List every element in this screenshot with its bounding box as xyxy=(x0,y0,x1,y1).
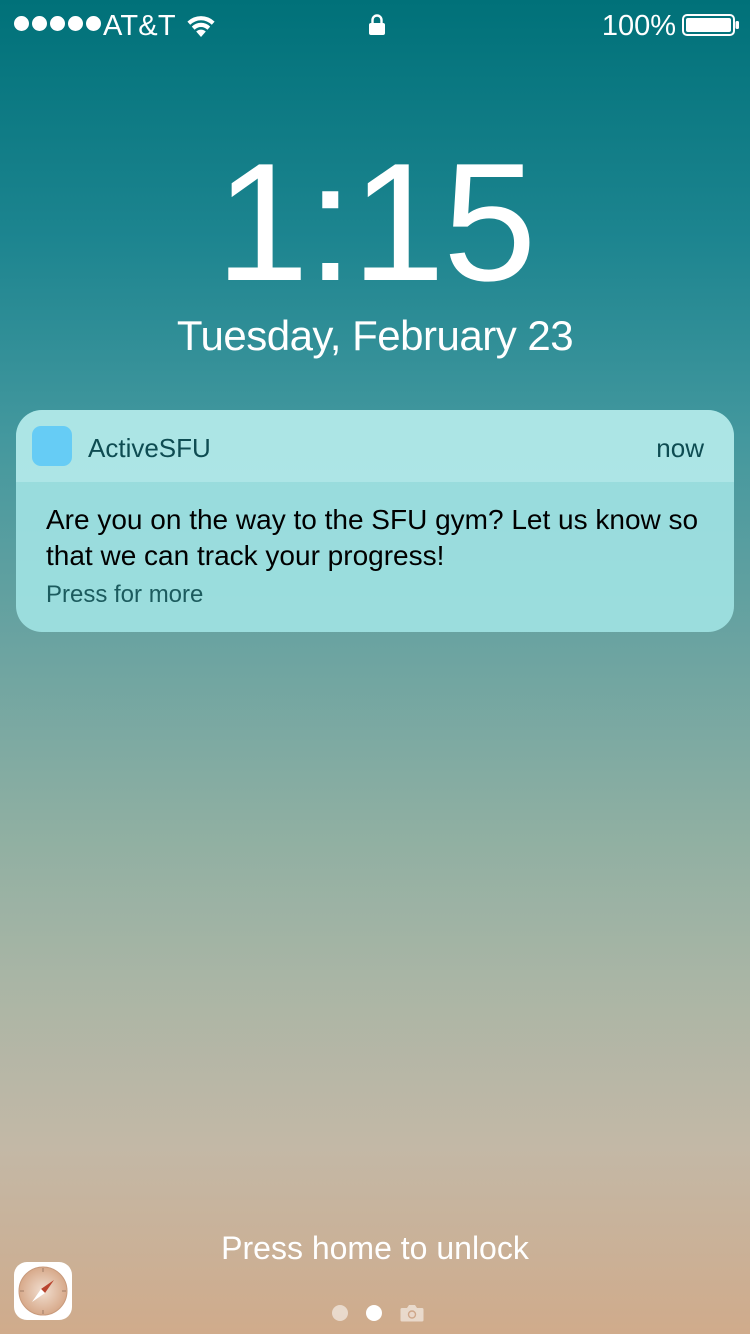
compass-icon xyxy=(18,1266,68,1316)
signal-dot xyxy=(32,16,47,31)
safari-icon[interactable] xyxy=(14,1262,72,1320)
signal-dot xyxy=(68,16,83,31)
notification-time: now xyxy=(656,433,704,463)
lock-icon xyxy=(369,14,385,35)
signal-strength-icon xyxy=(14,16,101,31)
page-dot xyxy=(332,1305,348,1321)
battery-icon xyxy=(682,14,739,36)
page-indicator xyxy=(332,1304,424,1322)
signal-dot xyxy=(50,16,65,31)
battery-percentage: 100% xyxy=(601,10,676,42)
notification-card[interactable]: ActiveSFU now Are you on the way to the … xyxy=(16,410,734,632)
wifi-icon xyxy=(187,16,215,37)
carrier-name: AT&T xyxy=(103,10,176,42)
notification-header: ActiveSFU now xyxy=(16,410,734,482)
signal-dot xyxy=(14,16,29,31)
app-icon xyxy=(32,426,72,466)
signal-dot xyxy=(86,16,101,31)
notification-app-name: ActiveSFU xyxy=(88,433,211,463)
status-bar: AT&T 100% xyxy=(0,0,750,52)
camera-icon[interactable] xyxy=(400,1304,424,1322)
notification-more-hint: Press for more xyxy=(46,581,204,608)
unlock-hint: Press home to unlock xyxy=(221,1230,529,1266)
notification-message: Are you on the way to the SFU gym? Let u… xyxy=(46,504,699,571)
page-dot-active xyxy=(366,1305,382,1321)
lock-screen-date: Tuesday, February 23 xyxy=(176,312,574,359)
lock-screen-time: 1:15 xyxy=(215,128,537,316)
